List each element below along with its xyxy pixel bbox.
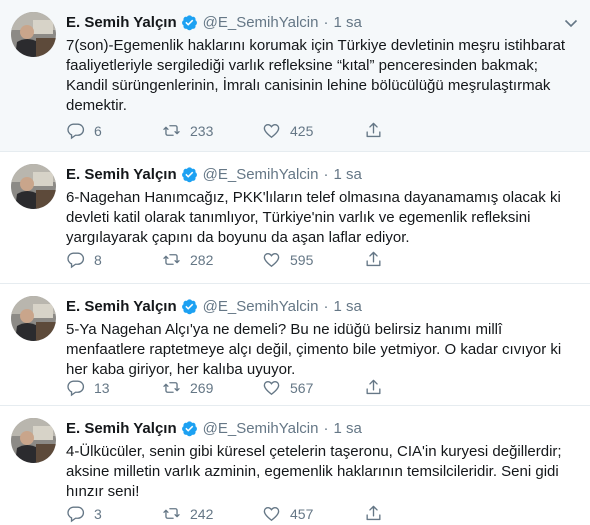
tweet-text-line: devleti katil olarak tanımlıyor, Türkiye… — [66, 209, 531, 226]
like-button[interactable]: 595 — [262, 250, 364, 269]
reply-button[interactable]: 13 — [66, 378, 162, 397]
tweet-header: E. Semih Yalçın @E_SemihYalcin · 1 sa — [66, 417, 580, 439]
share-icon — [366, 122, 381, 138]
author-handle[interactable]: @E_SemihYalcin — [203, 298, 319, 315]
avatar[interactable] — [11, 164, 56, 209]
like-button[interactable]: 567 — [262, 378, 364, 397]
author-name[interactable]: E. Semih Yalçın — [66, 14, 177, 31]
share-button[interactable] — [364, 121, 383, 140]
avatar[interactable] — [11, 296, 56, 341]
tweet-actions: 6 233 425 — [66, 121, 383, 140]
retweet-icon — [163, 382, 180, 393]
tweet[interactable]: E. Semih Yalçın @E_SemihYalcin · 1 sa 6-… — [0, 152, 590, 284]
share-button[interactable] — [364, 378, 383, 397]
reply-button[interactable]: 3 — [66, 504, 162, 523]
reply-count: 3 — [94, 505, 102, 522]
heart-icon — [263, 506, 280, 522]
tweet-text-line: 7(son)-Egemenlik haklarını korumak için … — [66, 37, 566, 54]
verified-badge-icon — [181, 14, 198, 31]
tweet-text: 5-Ya Nagehan Alçı'ya ne demeli? Bu ne id… — [66, 320, 576, 380]
author-handle[interactable]: @E_SemihYalcin — [203, 420, 319, 437]
retweet-count: 242 — [190, 505, 214, 522]
like-button[interactable]: 425 — [262, 121, 364, 140]
author-handle[interactable]: @E_SemihYalcin — [203, 166, 319, 183]
reply-icon — [67, 123, 85, 140]
author-name[interactable]: E. Semih Yalçın — [66, 420, 177, 437]
author-name[interactable]: E. Semih Yalçın — [66, 298, 177, 315]
reply-icon — [67, 252, 85, 269]
retweet-icon — [163, 125, 180, 136]
verified-badge-icon — [181, 420, 198, 437]
timestamp[interactable]: 1 sa — [333, 298, 361, 315]
tweet[interactable]: E. Semih Yalçın @E_SemihYalcin · 1 sa 4-… — [0, 406, 590, 525]
reply-button[interactable]: 6 — [66, 121, 162, 140]
like-count: 425 — [290, 122, 314, 139]
like-button[interactable]: 457 — [262, 504, 364, 523]
retweet-button[interactable]: 233 — [162, 121, 262, 140]
tweet-header: E. Semih Yalçın @E_SemihYalcin · 1 sa — [66, 163, 580, 185]
tweet-actions: 3 242 457 — [66, 504, 383, 523]
tweet-actions: 8 282 595 — [66, 250, 383, 269]
reply-count: 8 — [94, 251, 102, 268]
tweet-text-line: yargılayarak çapını da boyunu da aşan la… — [66, 229, 410, 246]
tweet-text: 6-Nagehan Hanımcağız, PKK'lıların telef … — [66, 188, 576, 248]
avatar[interactable] — [11, 12, 56, 57]
share-button[interactable] — [364, 504, 383, 523]
verified-badge-icon — [181, 298, 198, 315]
tweet-text-line: Kandil sürüngenlerinin, İmralı canisinin… — [66, 77, 551, 94]
retweet-count: 269 — [190, 379, 214, 396]
like-count: 457 — [290, 505, 314, 522]
share-button[interactable] — [364, 250, 383, 269]
timestamp[interactable]: 1 sa — [333, 14, 361, 31]
separator-dot: · — [323, 297, 329, 315]
tweet[interactable]: E. Semih Yalçın @E_SemihYalcin · 1 sa 5-… — [0, 284, 590, 406]
tweet-text-line: menfaatlere raptetmeye alçı değil, çimen… — [66, 341, 562, 358]
tweet[interactable]: E. Semih Yalçın @E_SemihYalcin · 1 sa 7(… — [0, 0, 590, 152]
tweet-text-line: her kaba giriyor, her kalıba uyuyor. — [66, 361, 296, 378]
retweet-icon — [163, 254, 180, 265]
reply-icon — [67, 506, 85, 523]
reply-icon — [67, 380, 85, 397]
tweet-text: 4-Ülkücüler, senin gibi küresel çeteleri… — [66, 442, 576, 502]
tweet-text: 7(son)-Egemenlik haklarını korumak için … — [66, 36, 576, 116]
retweet-icon — [163, 508, 180, 519]
timestamp[interactable]: 1 sa — [333, 420, 361, 437]
chevron-down-icon[interactable] — [564, 15, 578, 28]
author-handle[interactable]: @E_SemihYalcin — [203, 14, 319, 31]
tweet-text-line: faaliyetleriyle sergilediği varlık refle… — [66, 57, 538, 74]
tweet-text-line: aksine milletin varlık azminin, egemenli… — [66, 463, 559, 480]
tweet-header: E. Semih Yalçın @E_SemihYalcin · 1 sa — [66, 295, 580, 317]
retweet-count: 233 — [190, 122, 214, 139]
tweet-text-line: 6-Nagehan Hanımcağız, PKK'lıların telef … — [66, 189, 561, 206]
tweet-text-line: 5-Ya Nagehan Alçı'ya ne demeli? Bu ne id… — [66, 321, 503, 338]
reply-count: 13 — [94, 379, 110, 396]
heart-icon — [263, 123, 280, 139]
heart-icon — [263, 380, 280, 396]
verified-badge-icon — [181, 166, 198, 183]
author-name[interactable]: E. Semih Yalçın — [66, 166, 177, 183]
share-icon — [366, 379, 381, 395]
tweet-actions: 13 269 567 — [66, 378, 383, 397]
timestamp[interactable]: 1 sa — [333, 166, 361, 183]
tweet-header: E. Semih Yalçın @E_SemihYalcin · 1 sa — [66, 11, 580, 33]
avatar[interactable] — [11, 418, 56, 463]
retweet-count: 282 — [190, 251, 214, 268]
separator-dot: · — [323, 13, 329, 31]
share-icon — [366, 251, 381, 267]
tweet-feed: E. Semih Yalçın @E_SemihYalcin · 1 sa 7(… — [0, 0, 590, 525]
separator-dot: · — [323, 419, 329, 437]
tweet-text-line: demektir. — [66, 97, 127, 114]
tweet-text-line: hınzır seni! — [66, 483, 140, 500]
retweet-button[interactable]: 269 — [162, 378, 262, 397]
tweet-text-line: 4-Ülkücüler, senin gibi küresel çeteleri… — [66, 443, 562, 460]
like-count: 595 — [290, 251, 314, 268]
like-count: 567 — [290, 379, 314, 396]
heart-icon — [263, 252, 280, 268]
reply-button[interactable]: 8 — [66, 250, 162, 269]
reply-count: 6 — [94, 122, 102, 139]
retweet-button[interactable]: 282 — [162, 250, 262, 269]
share-icon — [366, 505, 381, 521]
separator-dot: · — [323, 165, 329, 183]
retweet-button[interactable]: 242 — [162, 504, 262, 523]
